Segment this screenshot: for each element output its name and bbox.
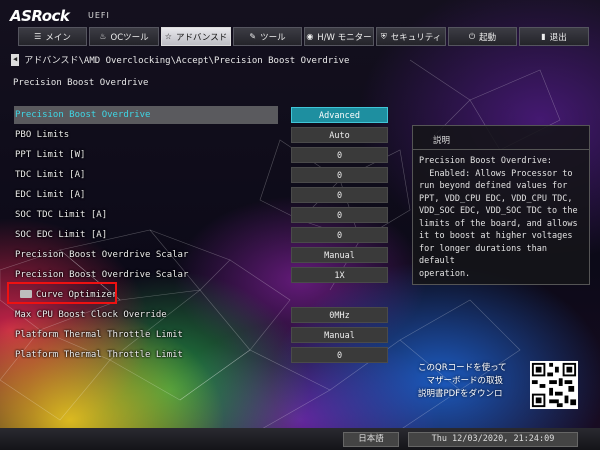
setting-row-edc-limit[interactable]: EDC Limit [A] 0 — [0, 186, 392, 204]
back-arrow-icon[interactable]: ◀ — [11, 54, 20, 66]
tab-label: H/W モニター — [317, 32, 372, 43]
language-selector[interactable]: 日本語 — [343, 432, 399, 447]
tab-label: 退出 — [549, 32, 567, 43]
flame-icon: ♨ — [99, 32, 107, 41]
setting-value[interactable]: Manual — [291, 327, 388, 343]
tab-advanced[interactable]: ☆ アドバンスド — [161, 27, 231, 46]
setting-value[interactable]: Advanced — [291, 107, 388, 123]
tab-main[interactable]: ☰ メイン — [18, 27, 87, 46]
shield-icon: ⛨ — [380, 31, 387, 41]
description-panel: 説明 Precision Boost Overdrive: Enabled: A… — [412, 125, 590, 285]
main-tab-bar: ☰ メイン ♨ OCツール ☆ アドバンスド ✎ ツール ◉ H/W モニター … — [18, 27, 589, 46]
tab-label: ツール — [260, 32, 286, 43]
setting-label: SOC TDC Limit [A] — [15, 210, 108, 220]
setting-row-pbo-scalar-mode[interactable]: Precision Boost Overdrive Scalar Manual — [0, 246, 392, 264]
tab-security[interactable]: ⛨ セキュリティ — [376, 27, 446, 46]
setting-value[interactable]: 0 — [291, 167, 388, 183]
wrench-icon: ✎ — [249, 32, 257, 41]
tab-label: OCツール — [110, 32, 149, 43]
setting-label: Max CPU Boost Clock Override — [15, 310, 167, 320]
description-title: 説明 — [413, 126, 589, 150]
setting-value[interactable]: 0 — [291, 347, 388, 363]
tab-label: 起動 — [479, 32, 497, 43]
page-title: Precision Boost Overdrive — [13, 78, 149, 88]
setting-value[interactable]: 0MHz — [291, 307, 388, 323]
setting-row-ppt-limit[interactable]: PPT Limit [W] 0 — [0, 146, 392, 164]
setting-row-tdc-limit[interactable]: TDC Limit [A] 0 — [0, 166, 392, 184]
menu-icon: ☰ — [34, 32, 42, 41]
tab-label: アドバンスド — [175, 32, 228, 43]
power-icon: ⏻ — [468, 31, 476, 41]
setting-label: PPT Limit [W] — [15, 150, 86, 160]
setting-label: Precision Boost Overdrive — [15, 110, 151, 120]
qr-caption: このQRコードを使って マザーボードの取扱 説明書PDFをダウンロ — [418, 363, 507, 399]
asrock-logo: ASRock — [10, 7, 70, 25]
tab-boot[interactable]: ⏻ 起動 — [448, 27, 517, 46]
tab-oc-tweaker[interactable]: ♨ OCツール — [89, 27, 159, 46]
setting-label: Precision Boost Overdrive Scalar — [15, 270, 189, 280]
tab-exit[interactable]: ▮ 退出 — [519, 27, 589, 46]
setting-value[interactable]: 0 — [291, 207, 388, 223]
setting-value[interactable]: 0 — [291, 227, 388, 243]
setting-row-platform-thermal-value[interactable]: Platform Thermal Throttle Limit 0 — [0, 346, 392, 364]
setting-label: TDC Limit [A] — [15, 170, 86, 180]
setting-value[interactable]: Manual — [291, 247, 388, 263]
breadcrumb: ◀ アドバンスド\AMD Overclocking\Accept\Precisi… — [11, 53, 349, 66]
setting-label: EDC Limit [A] — [15, 190, 86, 200]
setting-label: Platform Thermal Throttle Limit — [15, 350, 183, 360]
setting-value[interactable]: Auto — [291, 127, 388, 143]
setting-value[interactable]: 0 — [291, 187, 388, 203]
monitor-gauge-icon: ◉ — [306, 32, 314, 41]
tab-label: メイン — [45, 32, 71, 43]
star-icon: ☆ — [164, 32, 172, 41]
red-highlight-box — [7, 282, 117, 304]
setting-label: PBO Limits — [15, 130, 70, 140]
tab-hw-monitor[interactable]: ◉ H/W モニター — [304, 27, 374, 46]
qr-code-icon — [530, 361, 578, 409]
setting-label: SOC EDC Limit [A] — [15, 230, 108, 240]
setting-row-soc-edc-limit[interactable]: SOC EDC Limit [A] 0 — [0, 226, 392, 244]
setting-label: Precision Boost Overdrive Scalar — [15, 250, 189, 260]
setting-row-max-cpu-boost-clock-override[interactable]: Max CPU Boost Clock Override 0MHz — [0, 306, 392, 324]
uefi-label: UEFI — [88, 11, 110, 20]
description-text: Precision Boost Overdrive: Enabled: Allo… — [419, 156, 578, 279]
setting-row-soc-tdc-limit[interactable]: SOC TDC Limit [A] 0 — [0, 206, 392, 224]
setting-row-precision-boost-overdrive[interactable]: Precision Boost Overdrive Advanced — [0, 106, 392, 124]
setting-row-platform-thermal-mode[interactable]: Platform Thermal Throttle Limit Manual — [0, 326, 392, 344]
setting-row-pbo-limits[interactable]: PBO Limits Auto — [0, 126, 392, 144]
tab-label: セキュリティ — [390, 32, 442, 43]
setting-value[interactable]: 1X — [291, 267, 388, 283]
datetime-display: Thu 12/03/2020, 21:24:09 — [408, 432, 578, 447]
exit-door-icon: ▮ — [541, 32, 546, 41]
setting-value[interactable]: 0 — [291, 147, 388, 163]
setting-label: Platform Thermal Throttle Limit — [15, 330, 183, 340]
tab-tool[interactable]: ✎ ツール — [233, 27, 302, 46]
breadcrumb-path: アドバンスド\AMD Overclocking\Accept\Precision… — [24, 56, 350, 66]
